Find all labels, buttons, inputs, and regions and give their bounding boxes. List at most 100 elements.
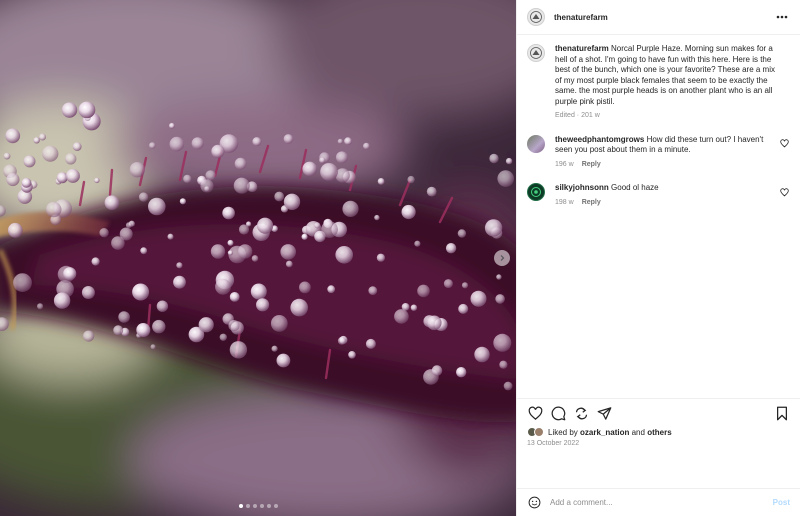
trichome-head: [456, 367, 467, 378]
comment-like-button[interactable]: [778, 186, 790, 198]
liker-avatars: [527, 427, 544, 437]
comment-item: theweedphantomgrows How did these turn o…: [527, 134, 790, 171]
reply-button[interactable]: Reply: [582, 160, 601, 171]
trichome-head: [111, 236, 125, 250]
avatar[interactable]: [527, 134, 545, 153]
post-date: 13 October 2022: [527, 440, 580, 447]
likes-others-link[interactable]: others: [647, 428, 671, 437]
carousel-indicator: [0, 504, 516, 508]
trichome-head: [431, 365, 443, 376]
trichome-head: [274, 191, 285, 202]
trichome-head: [7, 222, 23, 238]
post-media[interactable]: [0, 0, 516, 516]
caption-meta: Edited · 201 w: [555, 112, 600, 119]
liker-username[interactable]: ozark_nation: [580, 428, 629, 437]
trichome-head: [270, 315, 288, 332]
trichome-head: [227, 250, 233, 256]
trichome-head: [179, 198, 186, 205]
trichome-head: [169, 136, 185, 152]
action-bar: [527, 405, 790, 421]
caption-username[interactable]: thenaturefarm: [555, 44, 609, 53]
trichome-head: [301, 233, 308, 240]
trichome-head: [489, 153, 499, 164]
trichome-head: [228, 320, 240, 332]
carousel-dot[interactable]: [238, 504, 243, 508]
trichome-head: [497, 170, 514, 187]
reply-button[interactable]: Reply: [582, 198, 601, 209]
comment-username[interactable]: silkyjohnsonn: [555, 183, 609, 192]
farm-logo-icon: [530, 11, 542, 23]
comments-list[interactable]: thenaturefarm Norcal Purple Haze. Mornin…: [517, 35, 800, 398]
trichome-head: [215, 278, 231, 295]
post-comment-button[interactable]: Post: [773, 498, 790, 507]
trichome-head: [53, 292, 71, 309]
trichome-head: [5, 128, 21, 144]
repost-button[interactable]: [573, 405, 589, 421]
carousel-dot[interactable]: [266, 504, 271, 508]
trichome-head: [125, 222, 132, 229]
carousel-dot[interactable]: [252, 504, 257, 508]
carousel-next-button[interactable]: [494, 250, 510, 266]
trichome-head: [484, 219, 503, 237]
carousel-dot[interactable]: [259, 504, 264, 508]
trichome-head: [229, 292, 240, 302]
trichome-head: [39, 133, 46, 141]
farm-logo-icon: [530, 47, 542, 59]
trichome-head: [290, 298, 309, 317]
save-button[interactable]: [774, 405, 790, 421]
carousel-dot[interactable]: [245, 504, 250, 508]
trichome-head: [191, 137, 204, 150]
trichome-head: [129, 162, 145, 178]
trichome-head: [104, 195, 120, 210]
comment-username[interactable]: theweedphantomgrows: [555, 135, 644, 144]
trichome-head: [198, 317, 214, 333]
more-options-button[interactable]: [774, 9, 790, 25]
avatar[interactable]: [527, 44, 545, 62]
avatar[interactable]: [527, 8, 545, 26]
trichome-head: [23, 155, 36, 168]
carousel-dot[interactable]: [273, 504, 278, 508]
paper-plane-icon: [597, 406, 611, 420]
comment-input[interactable]: [550, 498, 773, 507]
post-sidebar: thenaturefarm thenaturefarm Norcal Purpl…: [516, 0, 800, 516]
trichome-head: [113, 325, 124, 336]
trichome-head: [499, 360, 508, 369]
comment-item: silkyjohnsonn Good ol haze 198 w Reply: [527, 183, 790, 208]
trichome-head: [427, 315, 442, 331]
comment-body: theweedphantomgrows How did these turn o…: [555, 135, 772, 171]
trichome-head: [257, 217, 274, 234]
avatar[interactable]: [527, 183, 545, 201]
trichome-head: [94, 177, 100, 184]
trichome-head: [61, 102, 78, 118]
trichome-head: [365, 338, 376, 349]
post-author-username[interactable]: thenaturefarm: [554, 13, 608, 22]
comment-bubble-icon: [551, 406, 565, 420]
trichome-head: [118, 311, 130, 323]
trichome-head: [417, 284, 430, 298]
post-actions: Liked by ozark_nation and others 13 Octo…: [517, 398, 800, 488]
comment-button[interactable]: [550, 405, 566, 421]
comment-age: 198 w: [555, 198, 574, 206]
trichome-head: [445, 243, 457, 254]
share-button[interactable]: [596, 405, 612, 421]
trichome-head: [407, 175, 415, 184]
avatar: [534, 427, 544, 437]
heart-icon: [528, 406, 542, 420]
trichome-head: [219, 333, 227, 341]
emoji-button[interactable]: [527, 496, 541, 510]
trichome-head: [283, 134, 294, 144]
trichome-head: [233, 177, 250, 194]
trichome-head: [148, 197, 166, 216]
trichome-head: [344, 137, 352, 146]
trichome-head: [250, 283, 267, 300]
post-viewer: thenaturefarm thenaturefarm Norcal Purpl…: [0, 0, 800, 516]
trichome-head: [495, 294, 505, 304]
comment-like-button[interactable]: [778, 138, 790, 150]
trichome-head: [81, 286, 95, 299]
heart-icon: [779, 187, 789, 196]
trichome-head: [150, 344, 156, 350]
trichome-head: [503, 381, 513, 391]
smiley-icon: [528, 496, 540, 509]
like-button[interactable]: [527, 405, 543, 421]
trichome-head: [443, 279, 453, 289]
